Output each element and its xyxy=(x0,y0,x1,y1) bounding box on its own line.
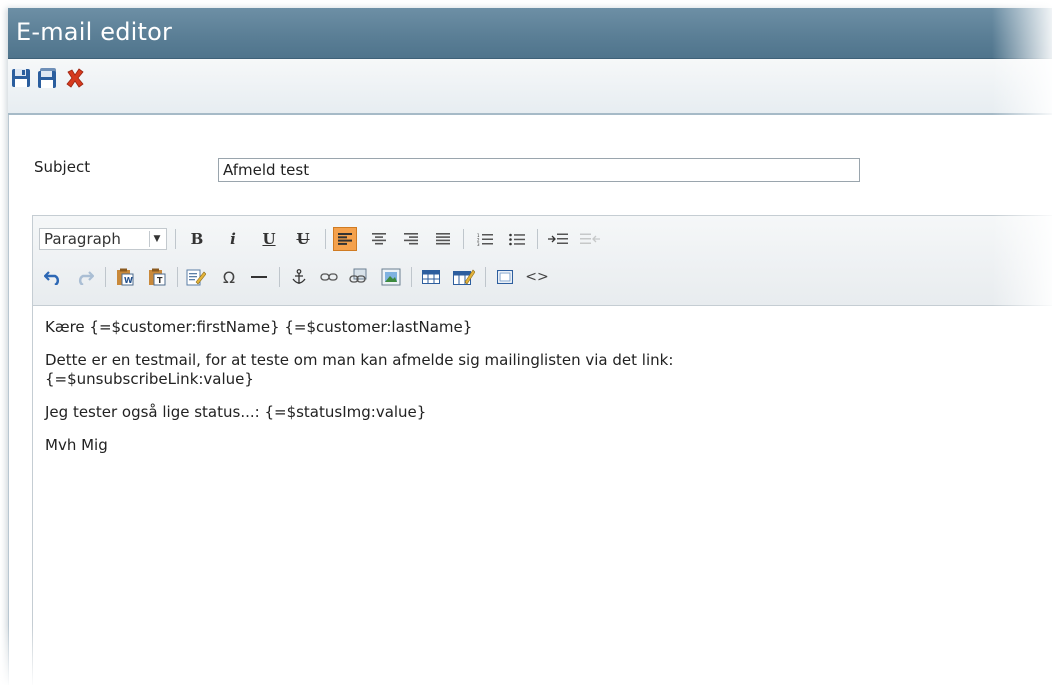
undo-icon xyxy=(44,271,60,285)
bullet-list-icon xyxy=(509,233,525,245)
content-area: Subject Paragraph ▼ B i U U xyxy=(8,115,1052,685)
numbered-list-button[interactable]: 123 xyxy=(473,228,497,250)
unlink-icon xyxy=(349,268,367,283)
separator xyxy=(463,229,464,249)
align-justify-icon xyxy=(436,233,450,245)
chevron-down-icon: ▼ xyxy=(149,231,164,247)
code-icon: <> xyxy=(525,269,549,285)
align-right-icon xyxy=(404,233,418,245)
horizontal-rule-button[interactable] xyxy=(247,266,271,288)
status-line: Jeg tester også lige status...: {=$statu… xyxy=(45,403,427,421)
editor-content[interactable]: Kære {=$customer:firstName} {=$customer:… xyxy=(33,306,1052,685)
align-right-button[interactable] xyxy=(399,228,423,250)
redo-icon xyxy=(78,271,94,285)
align-center-button[interactable] xyxy=(367,228,391,250)
omega-icon: Ω xyxy=(222,267,236,287)
unlink-button[interactable] xyxy=(347,266,371,288)
separator xyxy=(537,229,538,249)
link-icon xyxy=(320,273,338,281)
bullet-list-button[interactable] xyxy=(505,228,529,250)
anchor-icon xyxy=(292,269,306,284)
image-icon xyxy=(381,268,401,286)
horizontal-rule-icon xyxy=(251,276,267,278)
image-button[interactable] xyxy=(379,266,403,288)
format-select-value: Paragraph xyxy=(44,230,121,248)
svg-text:3: 3 xyxy=(477,242,480,246)
align-justify-button[interactable] xyxy=(431,228,455,250)
window-title: E-mail editor xyxy=(16,18,173,46)
separator xyxy=(411,267,412,287)
indent-icon xyxy=(548,233,568,244)
html-source-button[interactable]: <> xyxy=(525,266,549,288)
floppy-disk-icon xyxy=(12,69,30,87)
subject-label: Subject xyxy=(34,158,91,176)
svg-text:T: T xyxy=(157,276,163,285)
main-toolbar xyxy=(8,59,1052,115)
separator xyxy=(105,267,106,287)
rich-text-editor: Paragraph ▼ B i U U 1 2 3 W T Ω <> Kære … xyxy=(32,215,1052,685)
body-paragraph: Dette er en testmail, for at teste om ma… xyxy=(45,351,1051,389)
separator xyxy=(325,229,326,249)
body-line-2: {=$unsubscribeLink:value} xyxy=(45,370,254,388)
body-line-1: Dette er en testmail, for at teste om ma… xyxy=(45,351,674,369)
paste-text-button[interactable]: T xyxy=(145,266,169,288)
indent-button[interactable] xyxy=(545,228,571,250)
email-editor-window: E-mail editor Subject Afmeld test Paragr… xyxy=(8,8,1052,685)
red-x-icon xyxy=(66,68,84,88)
outdent-button[interactable] xyxy=(577,228,603,250)
fullscreen-icon xyxy=(497,270,513,284)
paste-word-icon: W xyxy=(117,268,134,286)
edit-document-icon xyxy=(186,269,206,286)
link-button[interactable] xyxy=(317,266,341,288)
strikethrough-button[interactable]: U xyxy=(291,228,315,250)
outdent-icon xyxy=(580,233,600,244)
paste-text-icon: T xyxy=(149,268,166,286)
align-left-icon xyxy=(338,233,352,245)
table-button[interactable] xyxy=(419,266,443,288)
redo-button[interactable] xyxy=(73,266,97,288)
title-bar: E-mail editor xyxy=(8,8,1052,59)
format-select[interactable]: Paragraph ▼ xyxy=(39,228,167,250)
bold-button[interactable]: B xyxy=(185,228,209,250)
table-edit-icon xyxy=(453,269,475,285)
numbered-list-icon: 123 xyxy=(477,233,493,246)
editor-toolbar: Paragraph ▼ B i U U 1 2 3 W T Ω <> xyxy=(33,216,1052,306)
special-char-button[interactable]: Ω xyxy=(217,266,241,288)
greeting-line: Kære {=$customer:firstName} {=$customer:… xyxy=(45,318,473,336)
undo-button[interactable] xyxy=(41,266,65,288)
edit-source-button[interactable] xyxy=(183,266,209,288)
italic-button[interactable]: i xyxy=(221,228,245,250)
align-center-icon xyxy=(372,233,386,245)
signature-line: Mvh Mig xyxy=(45,436,108,454)
separator xyxy=(175,229,176,249)
underline-button[interactable]: U xyxy=(257,228,281,250)
save-and-close-button[interactable] xyxy=(36,67,58,89)
separator xyxy=(279,267,280,287)
align-left-button[interactable] xyxy=(333,227,357,251)
table-icon xyxy=(422,270,440,284)
save-button[interactable] xyxy=(10,67,32,89)
paste-word-button[interactable]: W xyxy=(113,266,137,288)
subject-input[interactable] xyxy=(218,158,860,182)
svg-text:W: W xyxy=(124,276,133,285)
floppy-disk-close-icon xyxy=(38,68,56,88)
separator xyxy=(485,267,486,287)
fullscreen-button[interactable] xyxy=(493,266,517,288)
anchor-button[interactable] xyxy=(287,266,311,288)
separator xyxy=(177,267,178,287)
table-properties-button[interactable] xyxy=(451,266,477,288)
close-button[interactable] xyxy=(64,67,86,89)
